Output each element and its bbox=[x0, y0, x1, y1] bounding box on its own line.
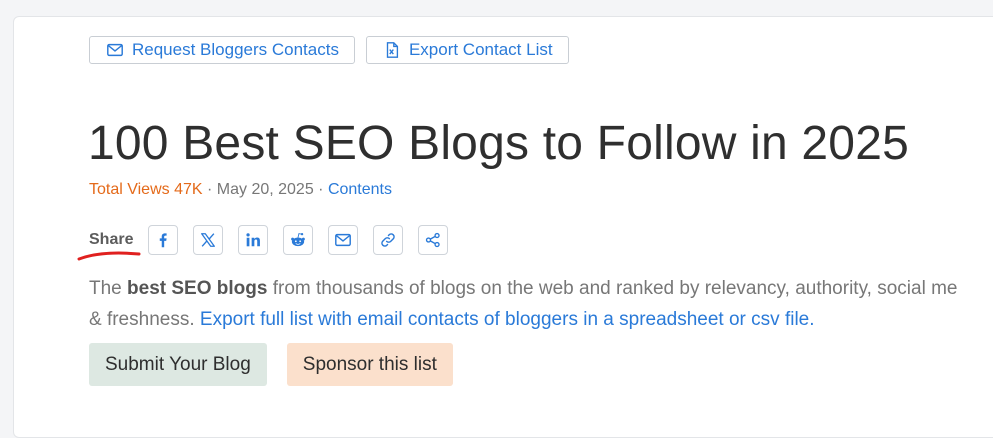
description-rest: from thousands of blogs on the web and r… bbox=[267, 278, 958, 299]
meta-separator: · bbox=[202, 181, 217, 198]
excel-file-icon bbox=[386, 42, 399, 58]
share-facebook-button[interactable] bbox=[148, 225, 179, 255]
share-x-button[interactable] bbox=[193, 225, 224, 255]
meta-separator: · bbox=[313, 181, 328, 198]
request-bloggers-contacts-label: Request Bloggers Contacts bbox=[132, 40, 339, 59]
x-icon bbox=[201, 233, 216, 247]
share-reddit-button[interactable] bbox=[283, 225, 314, 255]
linkedin-icon bbox=[246, 233, 261, 247]
description-line-2: & freshness. Export full list with email… bbox=[89, 304, 993, 335]
contents-link[interactable]: Contents bbox=[328, 181, 392, 198]
description-line2-start: & freshness. bbox=[89, 309, 200, 330]
more-share-button[interactable] bbox=[418, 225, 449, 255]
export-contact-list-label: Export Contact List bbox=[408, 40, 553, 59]
page-title: 100 Best SEO Blogs to Follow in 2025 bbox=[88, 117, 909, 170]
article-description: The best SEO blogs from thousands of blo… bbox=[89, 273, 993, 335]
copy-link-button[interactable] bbox=[373, 225, 404, 255]
share-icon bbox=[426, 232, 441, 248]
article-meta: Total Views 47K · May 20, 2025 · Content… bbox=[89, 181, 392, 199]
top-actions: Request Bloggers Contacts Export Contact… bbox=[89, 36, 569, 64]
envelope-icon bbox=[107, 43, 123, 57]
description-intro: The bbox=[89, 278, 128, 299]
publish-date: May 20, 2025 bbox=[216, 181, 314, 198]
description-bold: best SEO blogs bbox=[127, 278, 268, 299]
submit-your-blog-button[interactable]: Submit Your Blog bbox=[89, 343, 267, 386]
description-line-1: The best SEO blogs from thousands of blo… bbox=[89, 273, 993, 304]
share-label: Share bbox=[77, 231, 141, 261]
facebook-icon bbox=[160, 233, 168, 248]
share-linkedin-button[interactable] bbox=[238, 225, 269, 255]
export-full-list-link[interactable]: Export full list with email contacts of … bbox=[200, 309, 815, 330]
total-views: Total Views 47K bbox=[89, 181, 203, 198]
sponsor-this-list-button[interactable]: Sponsor this list bbox=[286, 343, 453, 386]
share-email-button[interactable] bbox=[328, 225, 359, 255]
link-icon bbox=[381, 233, 396, 247]
share-row: Share bbox=[77, 225, 463, 261]
bottom-actions: Submit Your Blog Sponsor this list bbox=[89, 343, 453, 386]
export-contact-list-button[interactable]: Export Contact List bbox=[365, 36, 569, 64]
share-label-text: Share bbox=[89, 231, 134, 248]
request-bloggers-contacts-button[interactable]: Request Bloggers Contacts bbox=[89, 36, 355, 64]
email-icon bbox=[335, 233, 352, 247]
red-underline-annotation bbox=[77, 251, 141, 261]
reddit-icon bbox=[291, 232, 306, 247]
